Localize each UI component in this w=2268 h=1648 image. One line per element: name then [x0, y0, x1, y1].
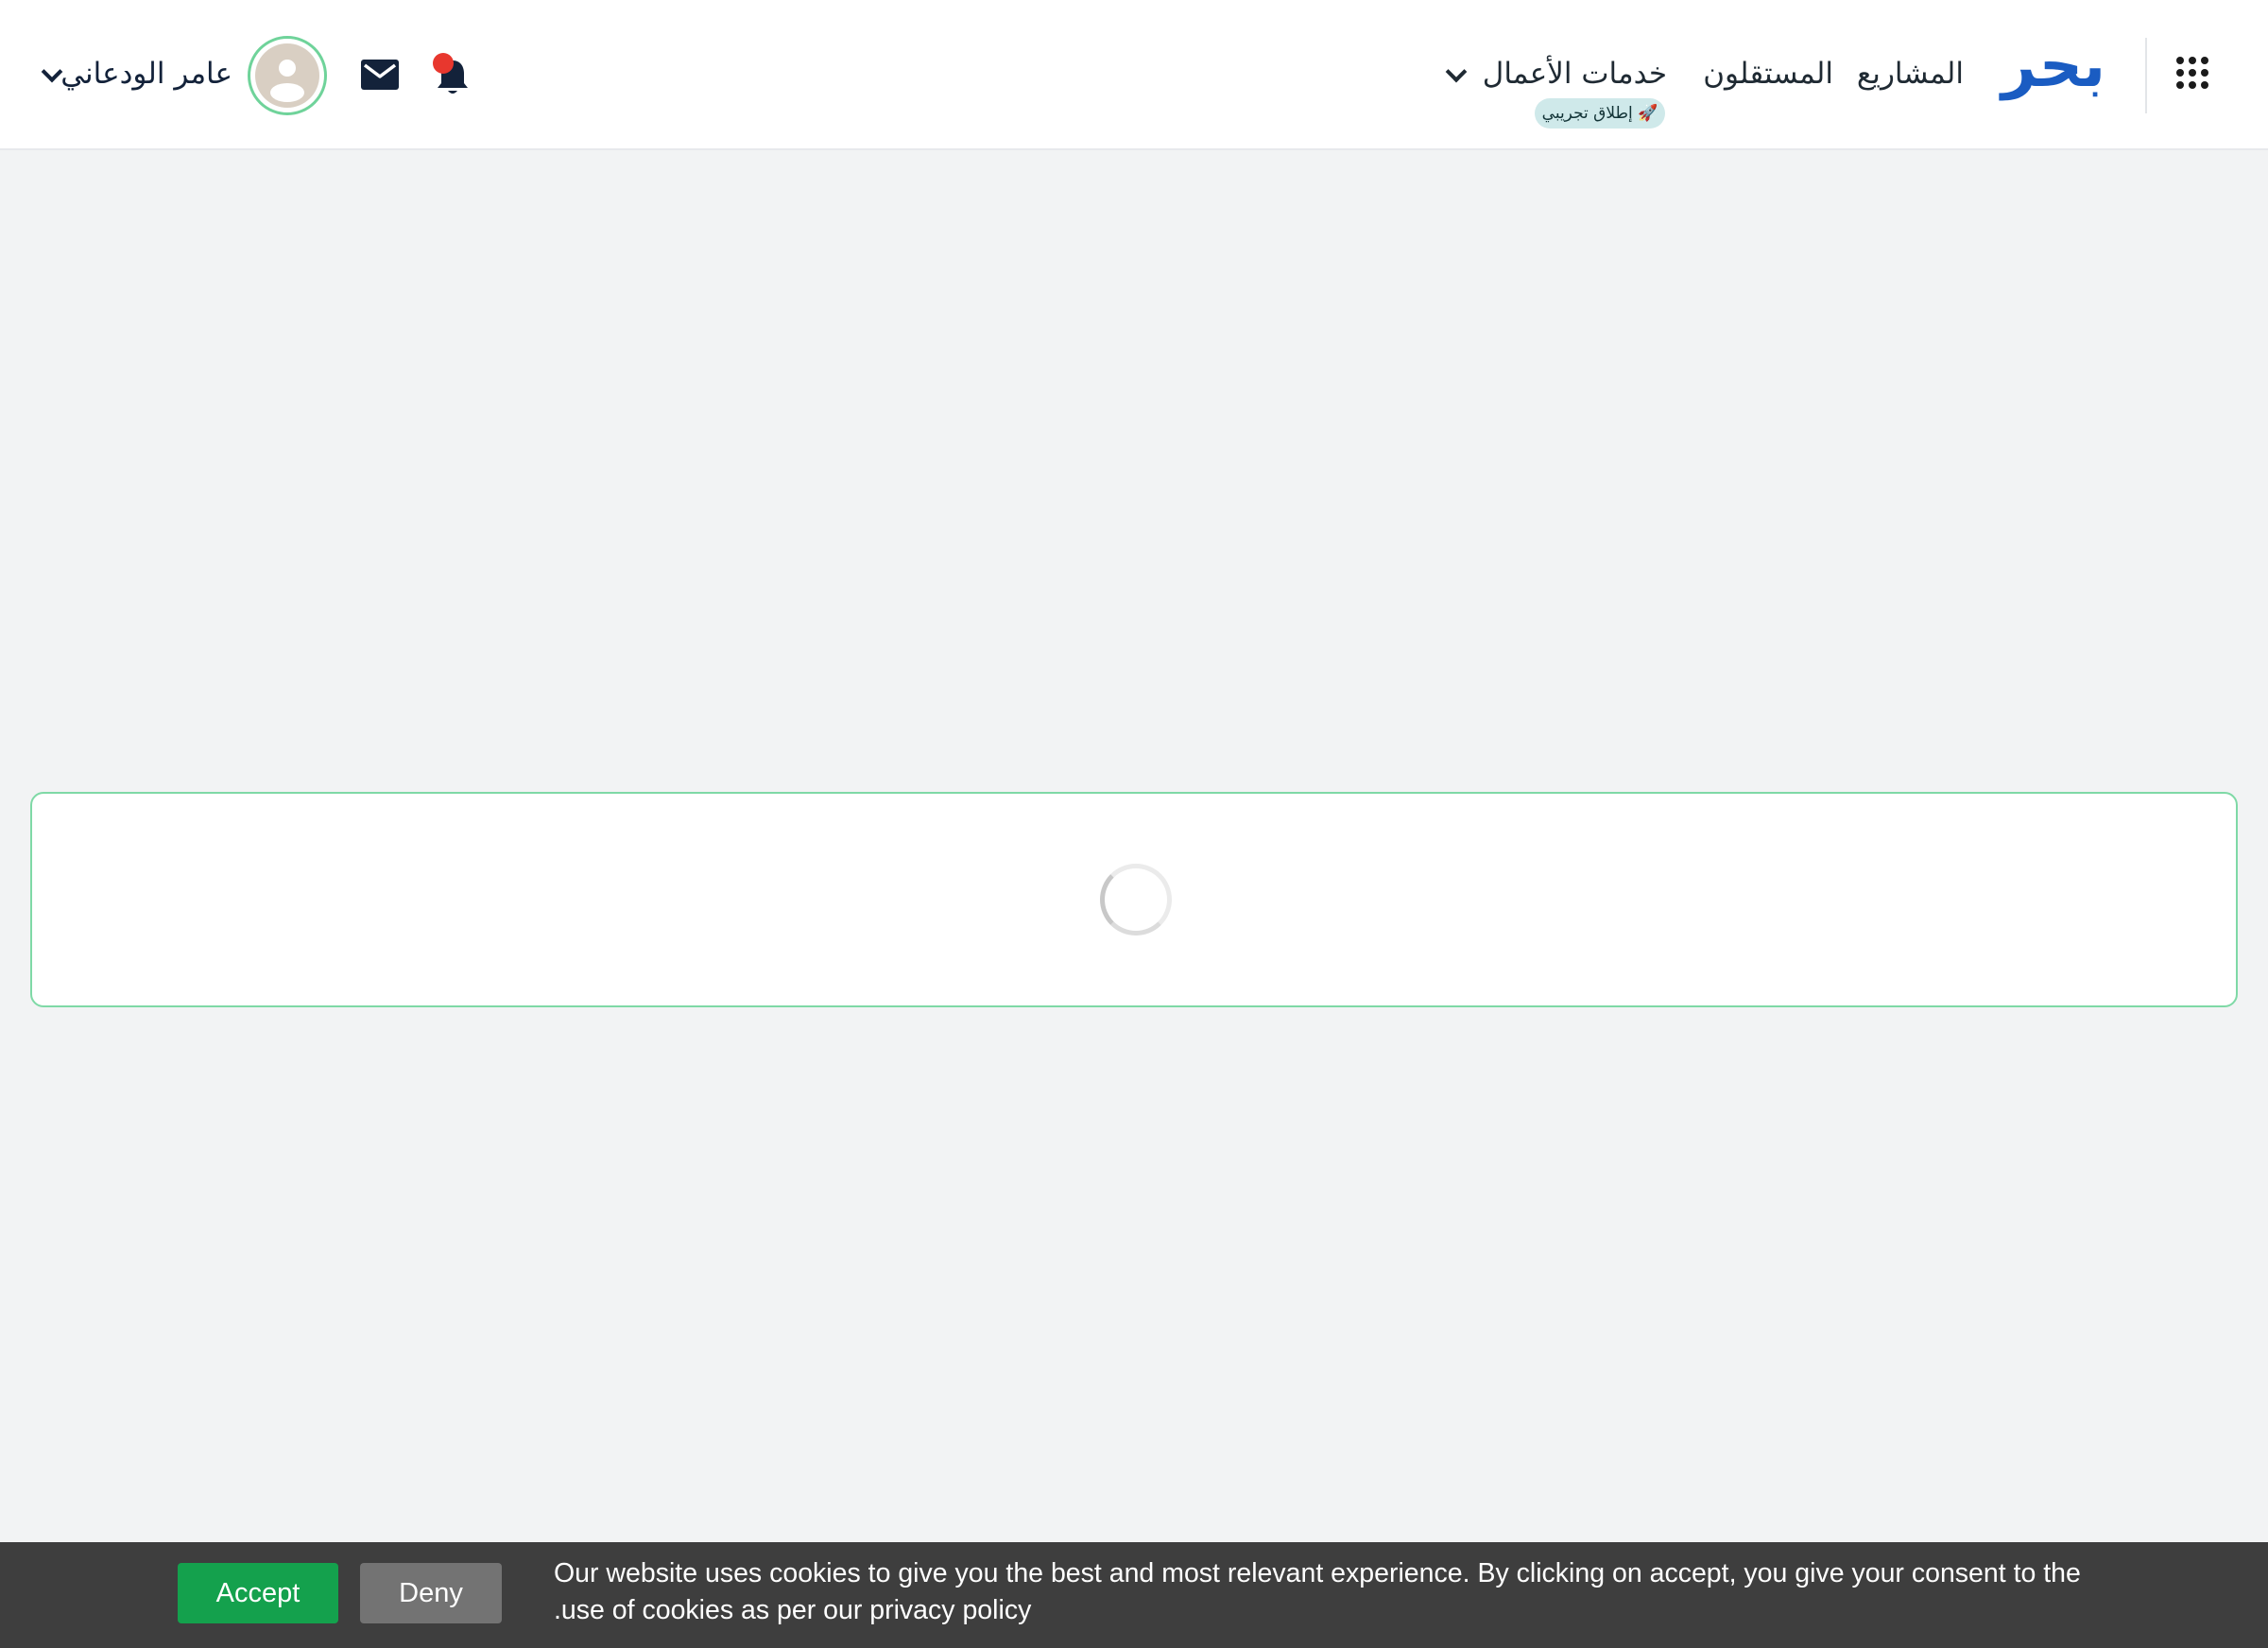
apps-dot — [2189, 57, 2196, 64]
notifications-button[interactable] — [433, 53, 472, 96]
chevron-down-icon[interactable] — [1445, 60, 1468, 83]
top-navbar: بحر المشاريع المستقلون خدمات الأعمال 🚀 إ… — [0, 0, 2268, 150]
apps-dot — [2189, 81, 2196, 89]
apps-dot — [2201, 69, 2208, 77]
nav-projects-link[interactable]: المشاريع — [1857, 53, 1964, 94]
avatar-silhouette — [270, 60, 304, 102]
cookie-message: Our website uses cookies to give you the… — [554, 1555, 2104, 1629]
apps-dot — [2176, 69, 2184, 77]
cookie-message-line-1: Our website uses cookies to give you the… — [554, 1558, 2081, 1588]
apps-dot — [2201, 81, 2208, 89]
accept-cookies-button[interactable]: Accept — [178, 1563, 338, 1623]
apps-dot — [2176, 81, 2184, 89]
user-avatar-icon — [255, 43, 319, 108]
beta-badge: 🚀 إطلاق تجريبي — [1535, 98, 1665, 129]
messages-button[interactable] — [360, 59, 400, 91]
header-divider — [2145, 38, 2147, 113]
site-logo[interactable]: بحر — [2002, 28, 2105, 104]
nav-freelancers-link[interactable]: المستقلون — [1703, 53, 1833, 94]
apps-grid-icon[interactable] — [2176, 57, 2208, 89]
apps-dot — [2176, 57, 2184, 64]
apps-dot — [2189, 69, 2196, 77]
cookie-message-line-2: .use of cookies as per our privacy polic… — [554, 1595, 1032, 1625]
user-avatar[interactable] — [248, 36, 327, 115]
spinner-icon — [1100, 864, 1172, 936]
chevron-down-icon[interactable] — [41, 60, 63, 83]
notification-dot — [433, 53, 454, 74]
nav-business-services-menu[interactable]: خدمات الأعمال — [1483, 53, 1667, 94]
deny-cookies-button[interactable]: Deny — [360, 1563, 502, 1623]
user-name-menu[interactable]: عامر الودعاني — [60, 53, 232, 94]
loading-card — [30, 792, 2238, 1007]
apps-dot — [2201, 57, 2208, 64]
mail-icon — [361, 60, 399, 90]
cookie-consent-bar: Accept Deny Our website uses cookies to … — [0, 1542, 2268, 1648]
